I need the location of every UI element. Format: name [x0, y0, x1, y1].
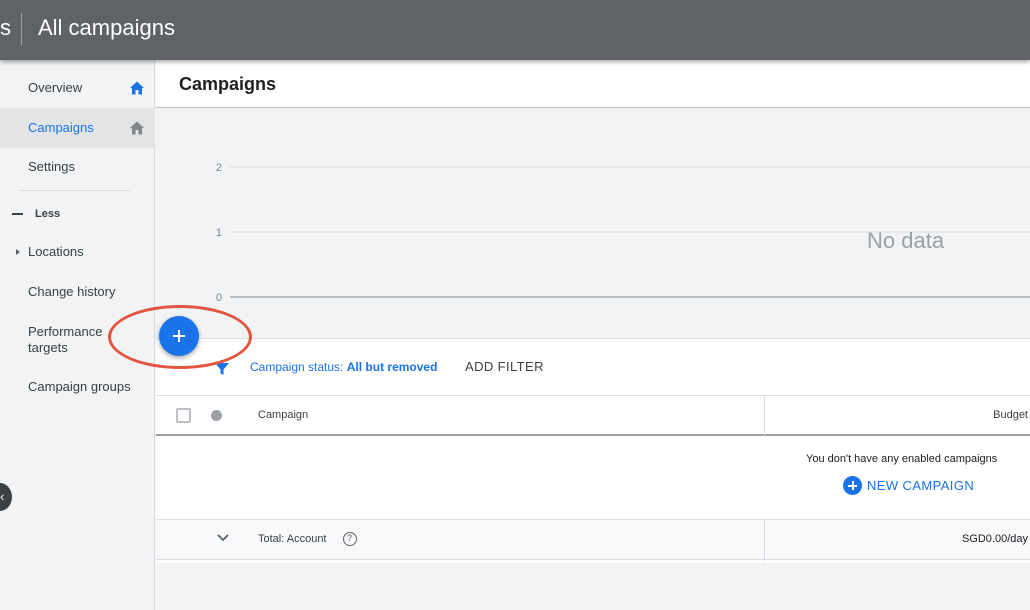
campaign-status-filter[interactable]: Campaign status: All but removed	[250, 360, 437, 374]
sidebar-item-locations[interactable]: Locations	[0, 232, 155, 272]
sidebar-item-campaign-groups[interactable]: Campaign groups	[0, 367, 155, 407]
breadcrumb-separator	[21, 13, 22, 45]
sidebar-item-settings[interactable]: Settings	[0, 147, 155, 187]
sidebar-item-label: Campaign groups	[28, 379, 131, 394]
page-context-title[interactable]: All campaigns	[38, 15, 175, 41]
help-glyph: ?	[347, 533, 353, 543]
sidebar: Overview Campaigns Settings Less Locatio…	[0, 60, 155, 610]
page-header: Campaigns	[156, 60, 1030, 108]
chevron-left-icon: ‹	[0, 489, 5, 504]
plus-icon-stroke	[178, 330, 180, 342]
new-campaign-label: NEW CAMPAIGN	[867, 478, 975, 493]
sidebar-item-label: Locations	[28, 244, 84, 259]
column-separator	[764, 396, 765, 437]
sidebar-item-performance-targets[interactable]: Performance targets	[0, 320, 155, 360]
top-bar: s All campaigns	[0, 0, 1030, 60]
performance-chart: 2 1 0 No data	[156, 108, 1030, 338]
sidebar-item-label: Overview	[28, 80, 83, 95]
collapse-dash-icon	[12, 213, 23, 215]
create-fab-button[interactable]	[159, 316, 199, 356]
sidebar-item-label: Change history	[28, 284, 116, 299]
filter-value: All but removed	[346, 360, 438, 374]
filter-icon[interactable]	[214, 361, 230, 377]
plus-icon	[843, 476, 862, 495]
empty-state-message: You don't have any enabled campaigns	[806, 453, 998, 465]
total-row: Total: Account ? SGD0.00/day	[156, 519, 1030, 561]
column-separator	[764, 520, 765, 561]
total-budget-value: SGD0.00/day	[961, 533, 1028, 545]
main-content: Campaigns 2 1 0 No data Campaign status: A…	[156, 60, 1030, 610]
no-data-label: No data	[867, 228, 945, 253]
sidebar-item-overview[interactable]: Overview	[0, 68, 155, 108]
sidebar-item-label: Campaigns	[28, 120, 94, 135]
y-tick-label: 2	[216, 162, 222, 174]
total-account-label: Total: Account	[258, 533, 327, 545]
sidebar-item-change-history[interactable]: Change history	[0, 272, 155, 312]
campaign-table: Campaign Budget You don't have any enabl…	[156, 395, 1030, 563]
help-icon[interactable]: ?	[343, 532, 357, 546]
column-header-campaign[interactable]: Campaign	[258, 409, 308, 421]
sidebar-item-label: Performance targets	[28, 324, 103, 355]
chart-svg: 2 1 0	[216, 162, 1030, 304]
less-toggle[interactable]: Less	[0, 203, 155, 227]
table-header: Campaign Budget	[156, 395, 1030, 437]
status-dot-icon	[211, 410, 222, 421]
filter-bar: Campaign status: All but removed ADD FIL…	[156, 338, 1030, 395]
column-header-budget[interactable]: Budget	[993, 409, 1028, 421]
sidebar-item-campaigns[interactable]: Campaigns	[0, 108, 155, 148]
sidebar-divider	[20, 190, 130, 191]
y-tick-label: 1	[216, 227, 222, 239]
sidebar-item-label: Settings	[28, 159, 75, 174]
breadcrumb-parent[interactable]: s	[0, 15, 11, 41]
select-all-checkbox[interactable]	[176, 408, 191, 423]
add-filter-button[interactable]: ADD FILTER	[465, 359, 544, 374]
expand-arrow-icon	[16, 249, 20, 255]
y-tick-label: 0	[216, 292, 222, 304]
chevron-down-icon[interactable]	[217, 534, 229, 542]
filter-label: Campaign status:	[250, 360, 344, 374]
home-icon	[130, 81, 144, 95]
less-label: Less	[35, 208, 61, 220]
page-title: Campaigns	[179, 74, 277, 94]
home-icon	[130, 121, 144, 135]
